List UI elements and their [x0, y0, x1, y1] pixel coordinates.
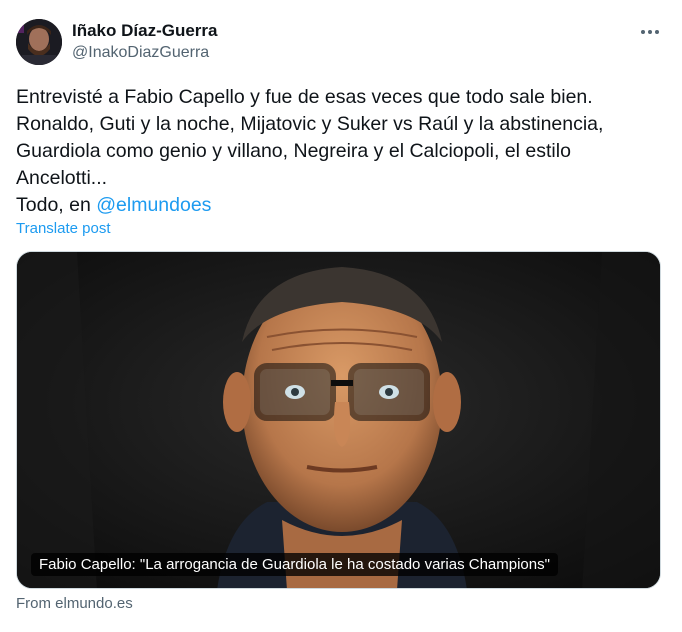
more-horizontal-icon [641, 30, 645, 34]
tweet-text-line: Ronaldo, Guti y la noche, Mijatovic y Su… [16, 113, 604, 135]
translate-post-link[interactable]: Translate post [16, 220, 111, 237]
tweet-text-line: Ancelotti... [16, 167, 108, 189]
card-source-link[interactable]: From elmundo.es [16, 595, 133, 612]
card-caption: Fabio Capello: "La arrogancia de Guardio… [31, 553, 558, 576]
author-handle[interactable]: @InakoDiazGuerra [72, 44, 209, 62]
preview-image [17, 252, 660, 588]
tweet-text: Entrevisté a Fabio Capello y fue de esas… [16, 84, 656, 219]
avatar-image [16, 19, 62, 65]
tweet-text-line: Guardiola como genio y villano, Negreira… [16, 140, 571, 162]
tweet-text-prefix: Todo, en [16, 194, 97, 216]
more-dot [655, 30, 659, 34]
author-avatar[interactable] [16, 19, 62, 65]
author-name[interactable]: Iñako Díaz-Guerra [72, 21, 218, 41]
mention-link[interactable]: @elmundoes [96, 194, 211, 216]
more-dot [648, 30, 652, 34]
more-options-button[interactable] [636, 20, 664, 44]
tweet-text-line-last: Todo, en @elmundoes [16, 192, 656, 219]
tweet-card[interactable]: Iñako Díaz-Guerra @InakoDiazGuerra Entre… [0, 0, 682, 632]
tweet-text-line: Entrevisté a Fabio Capello y fue de esas… [16, 86, 593, 108]
link-preview-card[interactable]: Fabio Capello: "La arrogancia de Guardio… [16, 251, 661, 589]
